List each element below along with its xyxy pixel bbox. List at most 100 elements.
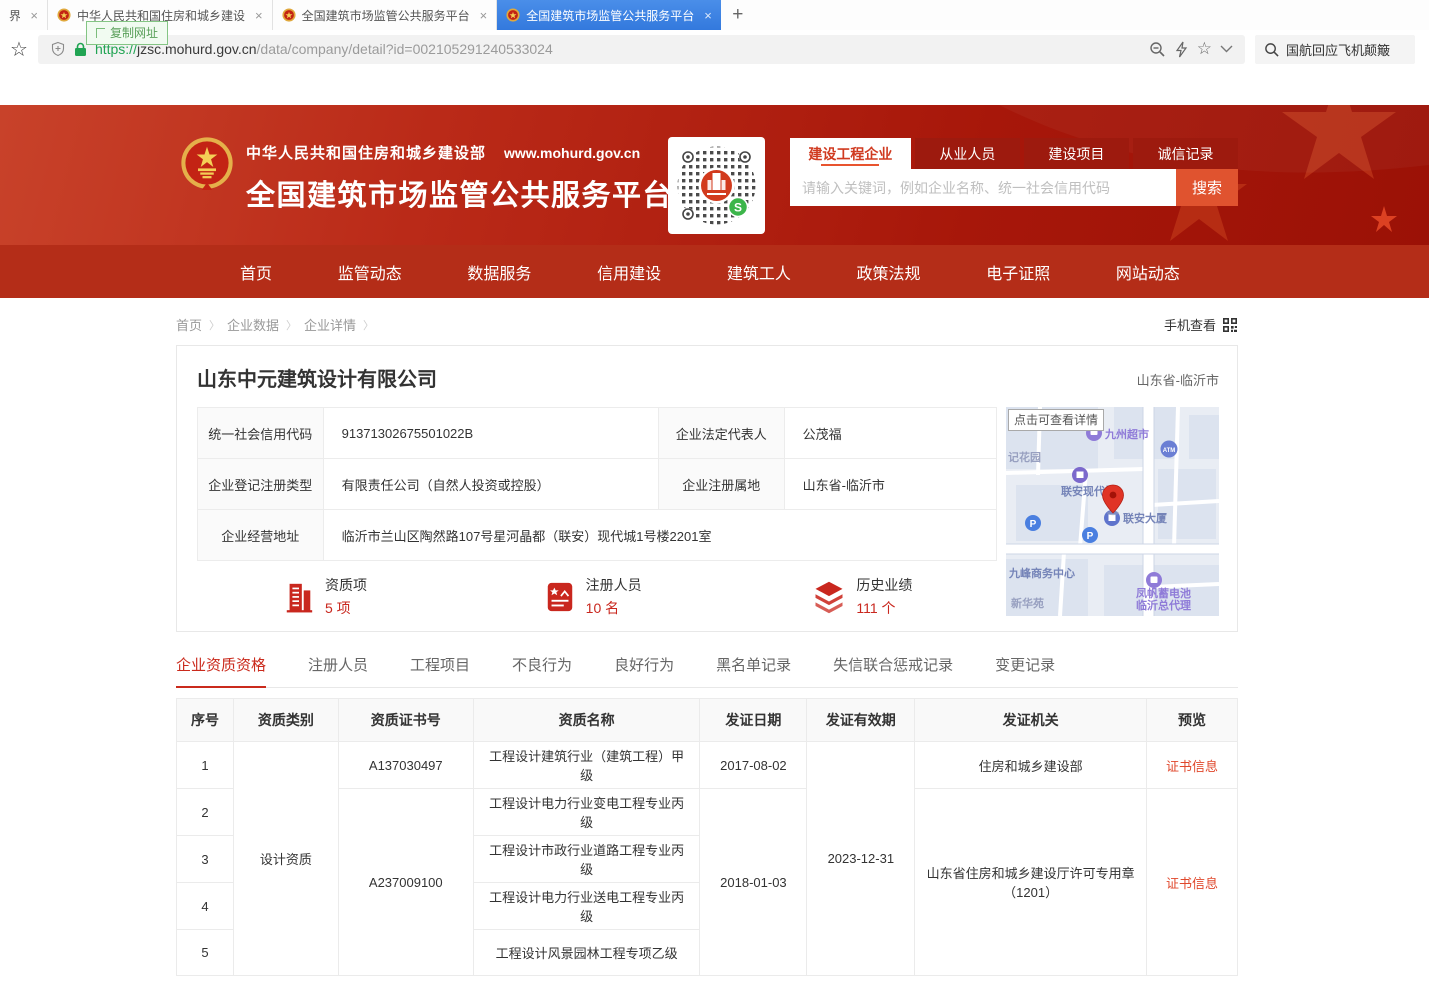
cert-no: A237009100 (338, 789, 473, 976)
tab-qualifications[interactable]: 企业资质资格 (176, 654, 266, 687)
shield-permission-icon[interactable] (50, 41, 66, 57)
nav-item-supervision[interactable]: 监管动态 (338, 260, 402, 284)
browser-url-row: ☆ https://jzsc.mohurd.gov.cn/data/compan… (0, 30, 1429, 68)
company-name: 山东中元建筑设计有限公司 (197, 363, 437, 392)
browser-tab[interactable]: 全国建筑市场监管公共服务平台 × (273, 0, 498, 30)
mobile-view-button[interactable]: 手机查看 (1164, 315, 1238, 334)
row-index: 2 (177, 789, 234, 836)
tab-change-records[interactable]: 变更记录 (995, 654, 1055, 687)
cert-no: A137030497 (338, 742, 473, 789)
nav-item-site-news[interactable]: 网站动态 (1116, 260, 1180, 284)
qualification-name: 工程设计电力行业送电工程专业丙级 (473, 883, 700, 930)
browser-tab[interactable]: 界 × (0, 0, 48, 30)
search-tab-enterprise[interactable]: 建设工程企业 (790, 138, 911, 169)
svg-text:联安大厦: 联安大厦 (1123, 511, 1168, 525)
address-bar[interactable]: https://jzsc.mohurd.gov.cn/data/company/… (38, 35, 1245, 64)
browser-tab-bar: 界 × 中华人民共和国住房和城乡建设 × 全国建筑市场监管公共服务平台 × 全国… (0, 0, 1429, 30)
col-category: 资质类别 (233, 699, 338, 742)
hot-search-box[interactable]: 国航回应飞机颠簸 (1255, 35, 1415, 64)
col-issue-date: 发证日期 (700, 699, 807, 742)
ministry-site: www.mohurd.gov.cn (504, 145, 640, 161)
tab-close-icon[interactable]: × (704, 8, 712, 23)
copy-icon (96, 28, 105, 38)
search-tab-project[interactable]: 建设项目 (1024, 138, 1129, 169)
bookmark-star-icon[interactable]: ☆ (10, 37, 28, 62)
row-index: 3 (177, 836, 234, 883)
emblem-favicon-icon (57, 8, 71, 22)
valid-until: 2023-12-31 (807, 742, 915, 976)
chevron-down-icon[interactable] (1220, 45, 1233, 53)
issuing-authority: 山东省住房和城乡建设厅许可专用章（1201） (915, 789, 1147, 976)
tab-close-icon[interactable]: × (255, 8, 263, 23)
search-icon (1264, 42, 1279, 57)
zoom-out-icon[interactable] (1149, 41, 1166, 58)
reg-type-value: 有限责任公司（自然人投资或控股） (323, 459, 658, 510)
emblem-favicon-icon (506, 8, 520, 22)
qualification-name: 工程设计电力行业变电工程专业丙级 (473, 789, 700, 836)
nav-item-home[interactable]: 首页 (240, 260, 272, 284)
company-info-table: 统一社会信用代码 91371302675501022B 企业法定代表人 公茂福 … (197, 407, 997, 561)
search-tab-credit[interactable]: 诚信记录 (1133, 138, 1238, 169)
svg-text:P: P (1030, 519, 1037, 530)
col-preview: 预览 (1147, 699, 1238, 742)
reg-region-label: 企业注册属地 (658, 459, 784, 510)
search-button[interactable]: 搜索 (1176, 169, 1238, 206)
tab-registered-personnel[interactable]: 注册人员 (308, 654, 368, 687)
tab-projects[interactable]: 工程项目 (410, 654, 470, 687)
tab-dishonesty-records[interactable]: 失信联合惩戒记录 (833, 654, 953, 687)
table-header-row: 序号 资质类别 资质证书号 资质名称 发证日期 发证有效期 发证机关 预览 (177, 699, 1238, 742)
svg-text:记花园: 记花园 (1008, 450, 1041, 464)
search-tab-personnel[interactable]: 从业人员 (915, 138, 1020, 169)
favorite-star-icon[interactable]: ☆ (1197, 39, 1212, 59)
address-value: 临沂市兰山区陶然路107号星河晶都（联安）现代城1号楼2201室 (323, 510, 996, 561)
certificate-info-link[interactable]: 证书信息 (1166, 876, 1218, 891)
stat-qualifications[interactable]: 资质项5 项 (197, 575, 468, 618)
map-tooltip: 点击可查看详情 (1008, 409, 1104, 431)
lightning-extension-icon[interactable] (1174, 41, 1189, 58)
main-navigation: 首页 监管动态 数据服务 信用建设 建筑工人 政策法规 电子证照 网站动态 (0, 245, 1429, 298)
tab-close-icon[interactable]: × (480, 8, 488, 23)
svg-text:九峰商务中心: 九峰商务中心 (1008, 566, 1075, 580)
nav-item-credit[interactable]: 信用建设 (597, 260, 661, 284)
tab-title: 界 (9, 7, 20, 24)
breadcrumb-company-data[interactable]: 企业数据 (227, 315, 279, 334)
emblem-favicon-icon (282, 8, 296, 22)
tab-good-behavior[interactable]: 良好行为 (614, 654, 674, 687)
row-index: 1 (177, 742, 234, 789)
col-valid-until: 发证有效期 (807, 699, 915, 742)
tab-bad-behavior[interactable]: 不良行为 (512, 654, 572, 687)
breadcrumb-home[interactable]: 首页 (176, 315, 202, 334)
certificate-info-link[interactable]: 证书信息 (1166, 759, 1218, 774)
nav-item-data-service[interactable]: 数据服务 (467, 260, 531, 284)
keyword-search-input[interactable] (790, 169, 1176, 206)
stat-registered-personnel[interactable]: 注册人员10 名 (468, 575, 729, 618)
table-row: 1 设计资质 A137030497 工程设计建筑行业（建筑工程）甲级 2017-… (177, 742, 1238, 789)
browser-tab-active[interactable]: 全国建筑市场监管公共服务平台 × (497, 0, 721, 30)
site-masthead: 中华人民共和国住房和城乡建设部www.mohurd.gov.cn 全国建筑市场监… (0, 105, 1429, 245)
qualification-name: 工程设计市政行业道路工程专业丙级 (473, 836, 700, 883)
tab-close-icon[interactable]: × (30, 8, 38, 23)
col-index: 序号 (177, 699, 234, 742)
nav-item-e-license[interactable]: 电子证照 (986, 260, 1050, 284)
company-summary-card: 山东中元建筑设计有限公司 山东省-临沂市 统一社会信用代码 9137130267… (176, 345, 1238, 632)
nav-item-workers[interactable]: 建筑工人 (727, 260, 791, 284)
legal-rep-label: 企业法定代表人 (658, 408, 784, 459)
company-stats: 资质项5 项 注册人员10 名 历史业绩111 个 (197, 575, 997, 618)
location-map[interactable]: 点击可查看详情 (1006, 407, 1219, 616)
header-search-module: 建设工程企业 从业人员 建设项目 诚信记录 搜索 (790, 138, 1238, 206)
breadcrumb-company-detail[interactable]: 企业详情 (304, 315, 356, 334)
tab-blacklist[interactable]: 黑名单记录 (716, 654, 791, 687)
col-authority: 发证机关 (915, 699, 1147, 742)
building-icon (283, 580, 315, 614)
tab-title: 全国建筑市场监管公共服务平台 (526, 7, 694, 24)
certificate-book-icon (544, 580, 576, 614)
issuing-authority: 住房和城乡建设部 (915, 742, 1147, 789)
new-tab-button[interactable]: + (721, 0, 755, 30)
qualification-name: 工程设计建筑行业（建筑工程）甲级 (473, 742, 700, 789)
platform-title: 全国建筑市场监管公共服务平台 (246, 172, 673, 214)
col-name: 资质名称 (473, 699, 700, 742)
nav-item-policy[interactable]: 政策法规 (857, 260, 921, 284)
stat-historical-performance[interactable]: 历史业绩111 个 (728, 575, 997, 618)
credit-code-label: 统一社会信用代码 (198, 408, 324, 459)
qualification-category: 设计资质 (233, 742, 338, 976)
